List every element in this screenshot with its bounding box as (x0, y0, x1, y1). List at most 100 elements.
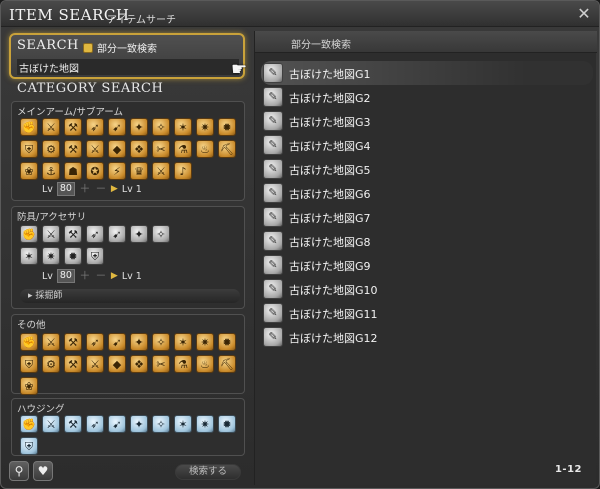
catalyst-icon[interactable]: ✂ (152, 355, 170, 373)
earrings-icon[interactable]: ✧ (152, 225, 170, 243)
shield-icon[interactable]: ⛨ (20, 140, 38, 158)
dancer-icon[interactable]: ♪ (174, 162, 192, 180)
ceiling-light-icon[interactable]: ⛨ (20, 437, 38, 455)
hands-icon[interactable]: ⚒ (64, 225, 82, 243)
alchemist-icon[interactable]: ⚗ (174, 140, 192, 158)
gatherer-dropdown[interactable]: ▸ 採掘師 (20, 289, 240, 303)
gunbreaker-icon[interactable]: ⚔ (152, 162, 170, 180)
level-input[interactable]: 80 (56, 269, 75, 283)
bone-icon[interactable]: ✹ (218, 333, 236, 351)
result-name: 古ぼけた地図G1 (289, 68, 371, 81)
level-increase-icon[interactable]: ＋ (79, 270, 91, 282)
result-row[interactable]: ✎ 古ぼけた地図G11 (261, 301, 593, 325)
partial-match-label[interactable]: 部分一致検索 (97, 40, 157, 55)
rogue-icon[interactable]: ✷ (196, 118, 214, 136)
roof-icon[interactable]: ✊ (20, 415, 38, 433)
orchestrion-icon[interactable]: ❀ (20, 377, 38, 395)
level-increase-icon[interactable]: ＋ (79, 183, 91, 195)
dye-icon[interactable]: ⚙ (42, 355, 60, 373)
door-icon[interactable]: ➶ (86, 415, 104, 433)
partial-match-checkbox[interactable] (83, 43, 93, 53)
body-icon[interactable]: ⚔ (42, 225, 60, 243)
search-button[interactable]: 検索する (175, 464, 241, 480)
interior-wall-icon[interactable]: ✷ (196, 415, 214, 433)
result-row[interactable]: ✎ 古ぼけた地図G9 (261, 253, 593, 277)
goldsmith-icon[interactable]: ◆ (108, 140, 126, 158)
botanist-icon[interactable]: ❀ (20, 162, 38, 180)
treasure-map-icon: ✎ (263, 111, 283, 131)
part-icon[interactable]: ⚒ (64, 355, 82, 373)
result-row[interactable]: ✎ 古ぼけた地図G6 (261, 181, 593, 205)
archer-icon[interactable]: ➹ (108, 118, 126, 136)
lumber-icon[interactable]: ✧ (152, 333, 170, 351)
ingredient-icon[interactable]: ⚔ (42, 333, 60, 351)
miner-icon[interactable]: ⛏ (218, 140, 236, 158)
miscellany-icon[interactable]: ⚗ (174, 355, 192, 373)
placard-icon[interactable]: ✧ (152, 415, 170, 433)
seafood-icon[interactable]: ➶ (86, 333, 104, 351)
airship-icon[interactable]: ⛏ (218, 355, 236, 373)
culinarian-icon[interactable]: ♨ (196, 140, 214, 158)
result-row[interactable]: ✎ 古ぼけた地図G12 (261, 325, 593, 349)
result-row[interactable]: ✎ 古ぼけた地図G3 (261, 109, 593, 133)
cloth-icon[interactable]: ✶ (174, 333, 192, 351)
lancer-icon[interactable]: ➶ (86, 118, 104, 136)
search-input[interactable] (17, 59, 239, 75)
metal-icon[interactable]: ✦ (130, 333, 148, 351)
close-icon[interactable]: ✕ (575, 5, 593, 23)
result-row[interactable]: ✎ 古ぼけた地図G7 (261, 205, 593, 229)
crystal-icon[interactable]: ❖ (130, 355, 148, 373)
marauder-icon[interactable]: ⚒ (64, 118, 82, 136)
result-row[interactable]: ✎ 古ぼけた地図G1 (261, 61, 593, 85)
level-decrease-icon[interactable]: － (95, 183, 107, 195)
ring-icon[interactable]: ✹ (64, 247, 82, 265)
astrologian-icon[interactable]: ✪ (86, 162, 104, 180)
materia-icon[interactable]: ◆ (108, 355, 126, 373)
pugilist-icon[interactable]: ✊ (20, 118, 38, 136)
medicine-icon[interactable]: ✊ (20, 333, 38, 351)
result-row[interactable]: ✎ 古ぼけた地図G2 (261, 85, 593, 109)
exterior-decoration-icon[interactable]: ✦ (130, 415, 148, 433)
level-decrease-icon[interactable]: － (95, 270, 107, 282)
result-row[interactable]: ✎ 古ぼけた地図G4 (261, 133, 593, 157)
armorer-icon[interactable]: ⚔ (86, 140, 104, 158)
red-mage-icon[interactable]: ♛ (130, 162, 148, 180)
arcanist-icon[interactable]: ✶ (174, 118, 192, 136)
waist-icon[interactable]: ➶ (86, 225, 104, 243)
head-icon[interactable]: ✊ (20, 225, 38, 243)
result-row[interactable]: ✎ 古ぼけた地図G8 (261, 229, 593, 253)
weaver-icon[interactable]: ✂ (152, 140, 170, 158)
furnishing-icon[interactable]: ⚔ (86, 355, 104, 373)
level-input[interactable]: 80 (56, 182, 75, 196)
result-row[interactable]: ✎ 古ぼけた地図G5 (261, 157, 593, 181)
meal-icon[interactable]: ⚒ (64, 333, 82, 351)
feet-icon[interactable]: ✦ (130, 225, 148, 243)
window-icon[interactable]: ⚒ (64, 415, 82, 433)
machinist-icon[interactable]: ✹ (218, 118, 236, 136)
gladiator-icon[interactable]: ⚔ (42, 118, 60, 136)
roof-decoration-icon[interactable]: ➹ (108, 415, 126, 433)
thaumaturge-icon[interactable]: ✦ (130, 118, 148, 136)
conjurer-icon[interactable]: ✧ (152, 118, 170, 136)
fence-icon[interactable]: ✶ (174, 415, 192, 433)
necklace-icon[interactable]: ✶ (20, 247, 38, 265)
heart-icon[interactable]: ♥ (33, 461, 53, 481)
legs-icon[interactable]: ➹ (108, 225, 126, 243)
samurai-icon[interactable]: ⚡ (108, 162, 126, 180)
leatherworker-icon[interactable]: ❖ (130, 140, 148, 158)
minion-icon[interactable]: ♨ (196, 355, 214, 373)
soul-crystal-icon[interactable]: ⛨ (86, 247, 104, 265)
stone-icon[interactable]: ➹ (108, 333, 126, 351)
magnifier-icon[interactable]: ⚲ (9, 461, 29, 481)
reagent-icon[interactable]: ⛨ (20, 355, 38, 373)
exterior-wall-icon[interactable]: ⚔ (42, 415, 60, 433)
result-row[interactable]: ✎ 古ぼけた地図G10 (261, 277, 593, 301)
blacksmith-icon[interactable]: ⚒ (64, 140, 82, 158)
dark-knight-icon[interactable]: ☗ (64, 162, 82, 180)
flooring-icon[interactable]: ✹ (218, 415, 236, 433)
leather-icon[interactable]: ✷ (196, 333, 214, 351)
title-bar[interactable]: ITEM SEARCH アイテムサーチ ✕ (1, 1, 599, 27)
carpenter-icon[interactable]: ⚙ (42, 140, 60, 158)
bracelets-icon[interactable]: ✷ (42, 247, 60, 265)
fisher-icon[interactable]: ⚓ (42, 162, 60, 180)
